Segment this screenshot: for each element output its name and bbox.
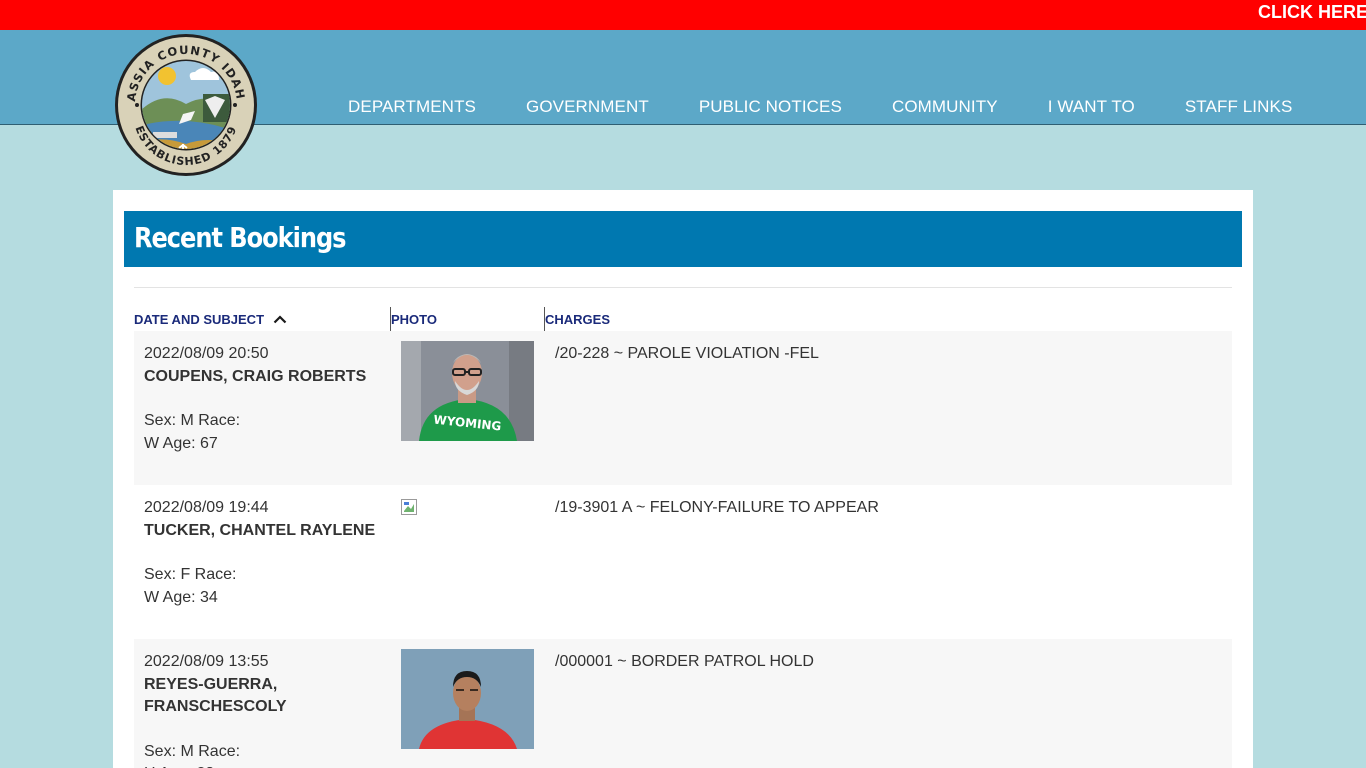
header-photo: PHOTO [391,312,437,327]
subject-demographics: Sex: F Race: W Age: 34 [144,566,237,606]
subject-demographics: Sex: M Race: W Age: 67 [144,412,241,452]
photo-cell [401,649,534,749]
main-nav: DEPARTMENTS GOVERNMENT PUBLIC NOTICES CO… [348,60,1292,154]
title-bar: Recent Bookings [124,211,1242,267]
page-title: Recent Bookings [134,221,346,254]
mugshot-photo[interactable] [401,649,534,749]
nav-government[interactable]: GOVERNMENT [526,97,649,117]
nav-i-want-to[interactable]: I WANT TO [1048,97,1135,117]
photo-cell: WYOMING [401,341,534,441]
nav-departments[interactable]: DEPARTMENTS [348,97,476,117]
bookings-table: DATE AND SUBJECT PHOTO CHARGES 2022/08/0… [134,307,1232,768]
sort-date-subject[interactable]: DATE AND SUBJECT [134,312,287,327]
table-row: 2022/08/09 20:50 COUPENS, CRAIG ROBERTS … [134,331,1232,485]
chevron-up-icon[interactable] [273,315,287,324]
charges-cell: /19-3901 A ~ FELONY-FAILURE TO APPEAR [555,499,879,516]
table-header: DATE AND SUBJECT PHOTO CHARGES [134,307,1232,331]
subject-name: TUCKER, CHANTEL RAYLENE [144,521,376,539]
subject-name: COUPENS, CRAIG ROBERTS [144,367,367,385]
nav-community[interactable]: COMMUNITY [892,97,998,117]
booking-datetime: 2022/08/09 13:55 [144,653,269,670]
subject-cell: 2022/08/09 20:50 COUPENS, CRAIG ROBERTS … [144,343,379,455]
alert-banner[interactable]: CLICK HERE [0,0,1366,30]
nav-staff-links[interactable]: STAFF LINKS [1185,97,1293,117]
subject-cell: 2022/08/09 19:44 TUCKER, CHANTEL RAYLENE… [144,497,379,609]
table-row: 2022/08/09 19:44 TUCKER, CHANTEL RAYLENE… [134,485,1232,639]
photo-cell [401,499,417,515]
nav-public-notices[interactable]: PUBLIC NOTICES [699,97,842,117]
header-date-subject[interactable]: DATE AND SUBJECT [134,312,264,327]
charges-cell: /000001 ~ BORDER PATROL HOLD [555,653,814,670]
table-row: 2022/08/09 13:55 REYES-GUERRA, FRANSCHES… [134,639,1232,768]
divider [134,287,1232,288]
subject-demographics: Sex: M Race: H Age: 28 [144,742,241,768]
charges-cell: /20-228 ~ PAROLE VIOLATION -FEL [555,345,819,362]
mugshot-photo[interactable]: WYOMING [401,341,534,441]
content-card: Recent Bookings DATE AND SUBJECT PHOTO C… [113,190,1253,768]
subject-cell: 2022/08/09 13:55 REYES-GUERRA, FRANSCHES… [144,651,379,768]
header-charges: CHARGES [545,312,611,327]
booking-datetime: 2022/08/09 19:44 [144,499,269,516]
alert-link[interactable]: CLICK HERE [1258,2,1366,23]
booking-datetime: 2022/08/09 20:50 [144,345,269,362]
broken-image-icon[interactable] [401,499,417,515]
subject-name: REYES-GUERRA, FRANSCHESCOLY [144,675,287,716]
county-seal-logo[interactable]: CASSIA COUNTY IDAHO ESTABLISHED 1879 [113,32,259,178]
